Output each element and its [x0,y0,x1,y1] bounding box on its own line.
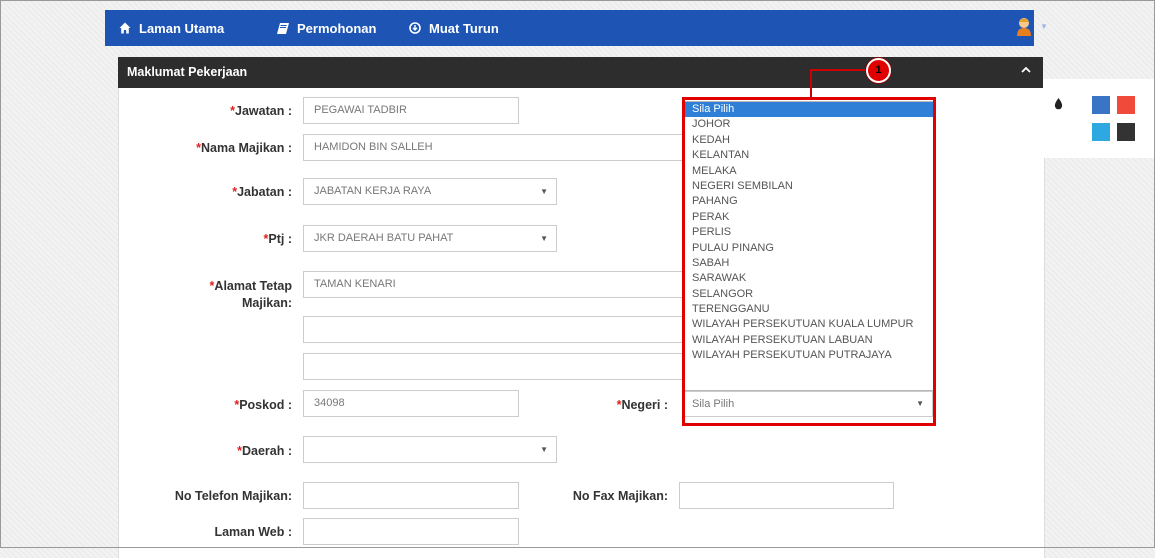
negeri-option[interactable]: Sila Pilih [685,102,934,118]
theme-swatch-red[interactable] [1117,96,1135,114]
negeri-option[interactable]: NEGERI SEMBILAN [685,179,934,194]
negeri-dropdown-list[interactable]: Sila Pilih JOHOR KEDAH KELANTAN MELAKA NEGERI… [684,101,935,391]
negeri-option[interactable]: TERENGGANU [685,302,934,317]
ptj-select-value: JKR DAERAH BATU PAHAT [314,232,454,244]
callout-badge: 1 [866,58,891,83]
negeri-option[interactable]: PULAU PINANG [685,241,934,256]
book-icon [277,22,289,34]
chevron-down-icon: ▼ [916,399,924,408]
jabatan-select-value: JABATAN KERJA RAYA [314,185,432,197]
callout-connector-h [810,69,868,71]
negeri-option[interactable]: PERAK [685,210,934,225]
no-telefon-label: No Telefon Majikan: [174,489,292,503]
alamat-line3-input[interactable] [303,353,684,380]
nav-permohonan-label: Permohonan [297,20,377,36]
negeri-select-value: Sila Pilih [692,398,735,410]
negeri-option[interactable]: KELANTAN [685,148,934,163]
nav-home-label: Laman Utama [139,20,225,36]
top-navbar: Laman Utama Permohonan Muat Turun ▼ [105,10,1048,46]
negeri-option[interactable]: SABAH [685,256,934,271]
negeri-option[interactable]: SELANGOR [685,287,934,302]
nav-home[interactable]: Laman Utama [119,10,224,46]
panel-title: Maklumat Pekerjaan [127,65,248,79]
chevron-down-icon: ▼ [540,187,548,196]
jawatan-input[interactable]: PEGAWAI TADBIR [303,97,519,124]
no-fax-input[interactable] [679,482,894,509]
user-menu-caret-icon[interactable]: ▼ [1040,22,1048,31]
negeri-option[interactable]: SARAWAK [685,271,934,286]
nama-majikan-input[interactable]: HAMIDON BIN SALLEH [303,134,684,161]
negeri-option[interactable]: JOHOR [685,117,934,132]
no-fax-label: No Fax Majikan: [572,489,668,503]
nav-permohonan[interactable]: Permohonan [277,10,376,46]
user-avatar-icon[interactable] [1015,16,1033,39]
callout-connector-v [810,69,812,98]
theme-swatch-dark[interactable] [1117,123,1135,141]
poskod-label: *Poskod : [234,398,292,412]
negeri-option[interactable]: WILAYAH PERSEKUTUAN KUALA LUMPUR [685,317,934,332]
negeri-option[interactable]: PERLIS [685,225,934,240]
jabatan-select[interactable]: JABATAN KERJA RAYA ▼ [303,178,557,205]
nama-majikan-label: *Nama Majikan : [196,141,292,155]
theme-switcher-panel [1043,79,1155,158]
alamat-label: *Alamat Tetap Majikan: [209,279,292,310]
negeri-select[interactable]: Sila Pilih ▼ [684,391,933,417]
download-icon [409,22,421,34]
jabatan-label: *Jabatan : [232,185,292,199]
negeri-label: *Negeri : [616,398,668,412]
daerah-label: *Daerah : [237,444,292,458]
negeri-option[interactable]: WILAYAH PERSEKUTUAN LABUAN [685,333,934,348]
nav-muat-turun-label: Muat Turun [429,20,499,36]
chevron-down-icon: ▼ [540,234,548,243]
jawatan-label: *Jawatan : [230,104,292,118]
droplet-icon[interactable] [1054,98,1063,113]
poskod-input[interactable]: 34098 [303,390,519,417]
laman-web-input[interactable] [303,518,519,545]
home-icon [119,22,131,34]
negeri-option[interactable]: MELAKA [685,164,934,179]
negeri-option[interactable]: WILAYAH PERSEKUTUAN PUTRAJAYA [685,348,934,363]
ptj-label: *Ptj : [263,232,292,246]
chevron-up-icon[interactable] [1021,66,1031,77]
chevron-down-icon: ▼ [540,445,548,454]
nav-muat-turun[interactable]: Muat Turun [409,10,499,46]
negeri-option[interactable]: KEDAH [685,133,934,148]
theme-swatch-lightblue[interactable] [1092,123,1110,141]
negeri-option[interactable]: PAHANG [685,194,934,209]
laman-web-label: Laman Web : [214,525,292,539]
ptj-select[interactable]: JKR DAERAH BATU PAHAT ▼ [303,225,557,252]
alamat-line2-input[interactable] [303,316,684,343]
alamat-line1-input[interactable]: TAMAN KENARI [303,271,684,298]
theme-swatch-blue[interactable] [1092,96,1110,114]
no-telefon-input[interactable] [303,482,519,509]
panel-header: Maklumat Pekerjaan [118,57,1043,88]
daerah-select[interactable]: ▼ [303,436,557,463]
